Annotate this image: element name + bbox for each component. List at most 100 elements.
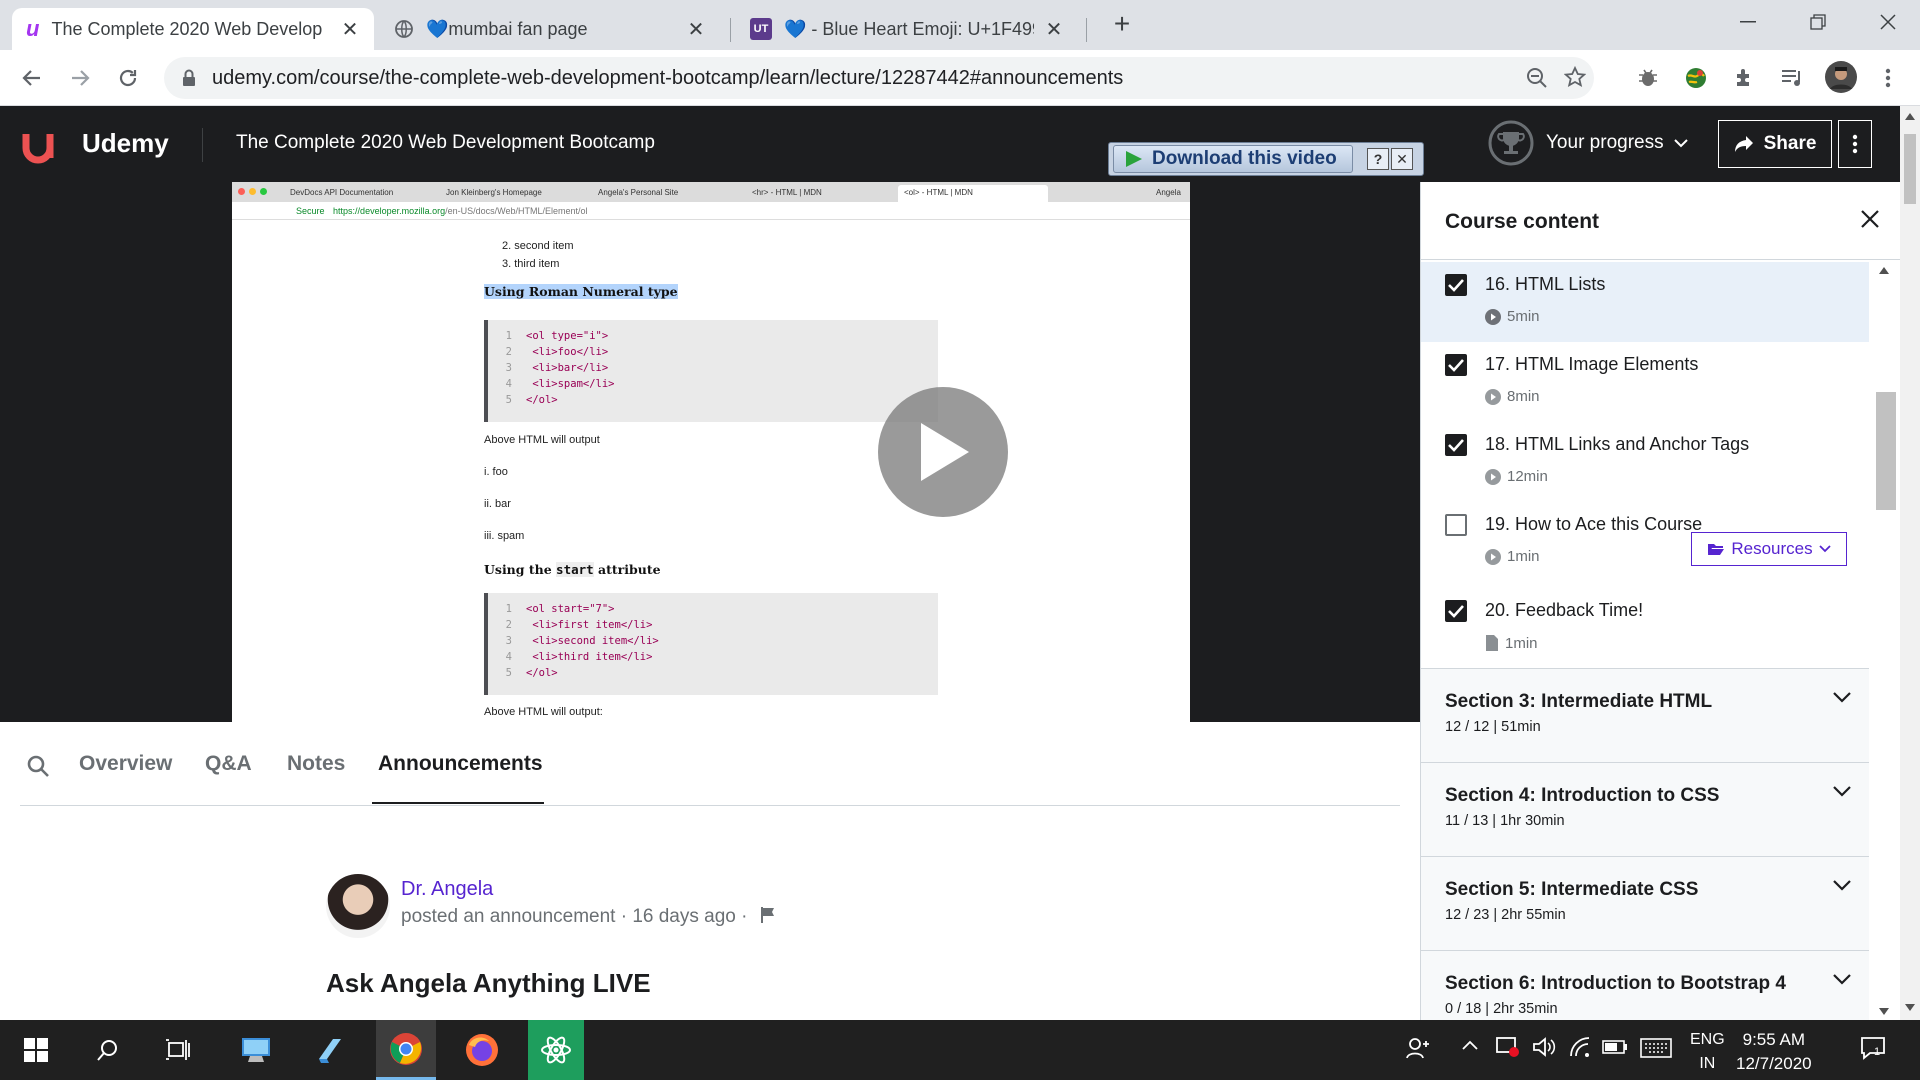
logo-text: Udemy	[82, 127, 169, 158]
zoom-icon[interactable]	[1526, 67, 1548, 89]
browser-tab-emoji[interactable]: UT 💙 - Blue Heart Emoji: U+1F499 ✕	[736, 8, 1078, 50]
announcement-author[interactable]: Dr. Angela	[401, 878, 493, 901]
sidebar-scroll-thumb[interactable]	[1876, 392, 1896, 510]
udemy-logo[interactable]: Udemy	[20, 120, 169, 166]
media-queue-icon[interactable]	[1778, 64, 1806, 92]
search-icon[interactable]	[78, 1020, 138, 1080]
mac-min-dot	[249, 188, 256, 195]
chrome-menu-icon[interactable]	[1874, 64, 1902, 92]
lecture-item[interactable]: 17. HTML Image Elements 8min	[1421, 342, 1869, 422]
share-button[interactable]: Share	[1718, 120, 1832, 168]
tab-overview[interactable]: Overview	[79, 752, 172, 776]
your-progress-button[interactable]: Your progress	[1488, 120, 1688, 166]
close-tab-icon[interactable]: ✕	[686, 17, 706, 42]
minimize-icon[interactable]	[1736, 4, 1760, 40]
play-button[interactable]	[878, 387, 1008, 517]
lecture-checkbox[interactable]	[1445, 514, 1467, 536]
new-tab-icon[interactable]: +	[1108, 8, 1136, 39]
section-item[interactable]: Section 4: Introduction to CSS 11 / 13 |…	[1421, 762, 1869, 856]
lecture-checkbox[interactable]	[1445, 600, 1467, 622]
tab-announcements[interactable]: Announcements	[378, 752, 543, 776]
extensions-puzzle-icon[interactable]	[1730, 64, 1758, 92]
lecture-checkbox[interactable]	[1445, 354, 1467, 376]
search-icon[interactable]	[26, 754, 50, 778]
section-meta: 12 / 23 | 2hr 55min	[1445, 907, 1566, 923]
lecture-checkbox[interactable]	[1445, 434, 1467, 456]
windows-start-icon[interactable]	[6, 1020, 66, 1080]
forward-icon[interactable]	[66, 64, 94, 92]
chevron-up-icon[interactable]	[1462, 1040, 1478, 1050]
lecture-item[interactable]: 20. Feedback Time! 1min	[1421, 588, 1869, 668]
lecture-item[interactable]: 19. How to Ace this Course 1min Resource…	[1421, 502, 1869, 582]
lecture-tabs: Overview Q&A Notes Announcements	[20, 722, 1400, 806]
sidebar-scrollbar[interactable]	[1869, 260, 1900, 1020]
clock[interactable]: 9:55 AM 12/7/2020	[1736, 1028, 1812, 1076]
lock-icon[interactable]	[182, 69, 196, 87]
security-alert-icon[interactable]	[1496, 1036, 1520, 1058]
download-help-button[interactable]: ?	[1367, 148, 1389, 170]
chevron-down-icon[interactable]	[1833, 785, 1851, 797]
lecture-title: 17. HTML Image Elements	[1485, 354, 1699, 374]
chrome-app-icon[interactable]	[376, 1020, 436, 1080]
section-meta: 12 / 12 | 51min	[1445, 719, 1541, 735]
lecture-checkbox[interactable]	[1445, 274, 1467, 296]
language-indicator[interactable]: ENG IN	[1690, 1028, 1725, 1076]
notepad-icon[interactable]	[300, 1020, 360, 1080]
scroll-down-arrow-icon[interactable]	[1879, 1008, 1889, 1016]
download-video-button[interactable]: Download this video	[1113, 145, 1353, 173]
course-title[interactable]: The Complete 2020 Web Development Bootca…	[236, 132, 655, 154]
video-player[interactable]: DevDocs API Documentation Jon Kleinberg'…	[0, 182, 1420, 722]
section-item[interactable]: Section 6: Introduction to Bootstrap 4 0…	[1421, 950, 1869, 1020]
reload-icon[interactable]	[114, 64, 142, 92]
profile-avatar[interactable]	[1824, 60, 1858, 94]
bookmark-star-icon[interactable]	[1564, 66, 1586, 88]
browser-tab-udemy[interactable]: u The Complete 2020 Web Develop ✕	[12, 8, 374, 50]
globe-extension-icon[interactable]	[1682, 64, 1710, 92]
close-window-icon[interactable]	[1876, 4, 1900, 40]
chevron-down-icon[interactable]	[1833, 973, 1851, 985]
people-icon[interactable]	[1406, 1036, 1430, 1060]
this-pc-icon[interactable]	[226, 1020, 286, 1080]
volume-icon[interactable]	[1532, 1036, 1556, 1058]
lecture-duration: 5min	[1507, 308, 1540, 325]
scroll-up-arrow-icon[interactable]	[1879, 266, 1889, 274]
bug-extension-icon[interactable]	[1634, 64, 1662, 92]
list-item: 3. third item	[502, 258, 560, 270]
restore-icon[interactable]	[1806, 4, 1830, 40]
heading-start-attribute: Using the start attribute	[484, 562, 661, 577]
back-icon[interactable]	[18, 64, 46, 92]
section-item[interactable]: Section 5: Intermediate CSS 12 / 23 | 2h…	[1421, 856, 1869, 950]
firefox-app-icon[interactable]	[452, 1020, 512, 1080]
chevron-down-icon[interactable]	[1833, 691, 1851, 703]
chevron-down-icon	[1818, 545, 1831, 553]
lecture-duration: 1min	[1507, 548, 1540, 565]
keyboard-icon[interactable]	[1640, 1038, 1672, 1058]
notifications-icon[interactable]: 1	[1860, 1036, 1886, 1060]
chevron-down-icon[interactable]	[1833, 879, 1851, 891]
task-view-icon[interactable]	[148, 1020, 208, 1080]
tab-notes[interactable]: Notes	[287, 752, 345, 776]
scroll-up-arrow-icon[interactable]	[1905, 112, 1915, 120]
download-close-button[interactable]: ✕	[1391, 148, 1413, 170]
flag-icon[interactable]	[759, 906, 777, 924]
wifi-icon[interactable]	[1568, 1036, 1592, 1058]
section-title: Section 6: Introduction to Bootstrap 4	[1445, 973, 1786, 994]
page-scroll-thumb[interactable]	[1904, 134, 1916, 204]
page-scrollbar[interactable]	[1900, 106, 1920, 1020]
section-item[interactable]: Section 3: Intermediate HTML 12 / 12 | 5…	[1421, 668, 1869, 762]
lecture-item[interactable]: 18. HTML Links and Anchor Tags 12min	[1421, 422, 1869, 502]
lecture-item[interactable]: 16. HTML Lists 5min	[1421, 262, 1869, 342]
close-tab-icon[interactable]: ✕	[340, 17, 360, 42]
close-tab-icon[interactable]: ✕	[1044, 17, 1064, 42]
atom-app-icon[interactable]	[528, 1020, 584, 1080]
tab-qa[interactable]: Q&A	[205, 752, 252, 776]
browser-toolbar: udemy.com/course/the-complete-web-develo…	[0, 50, 1920, 106]
resources-dropdown-button[interactable]: Resources	[1691, 532, 1847, 566]
close-sidebar-icon[interactable]	[1859, 208, 1881, 230]
browser-tab-mumbai[interactable]: 💙mumbai fan page ✕	[380, 8, 720, 50]
more-options-button[interactable]	[1838, 120, 1872, 168]
battery-icon[interactable]	[1602, 1040, 1628, 1054]
lecture-duration: 8min	[1507, 388, 1540, 405]
address-bar[interactable]: udemy.com/course/the-complete-web-develo…	[164, 57, 1594, 99]
scroll-down-arrow-icon[interactable]	[1905, 1004, 1915, 1012]
